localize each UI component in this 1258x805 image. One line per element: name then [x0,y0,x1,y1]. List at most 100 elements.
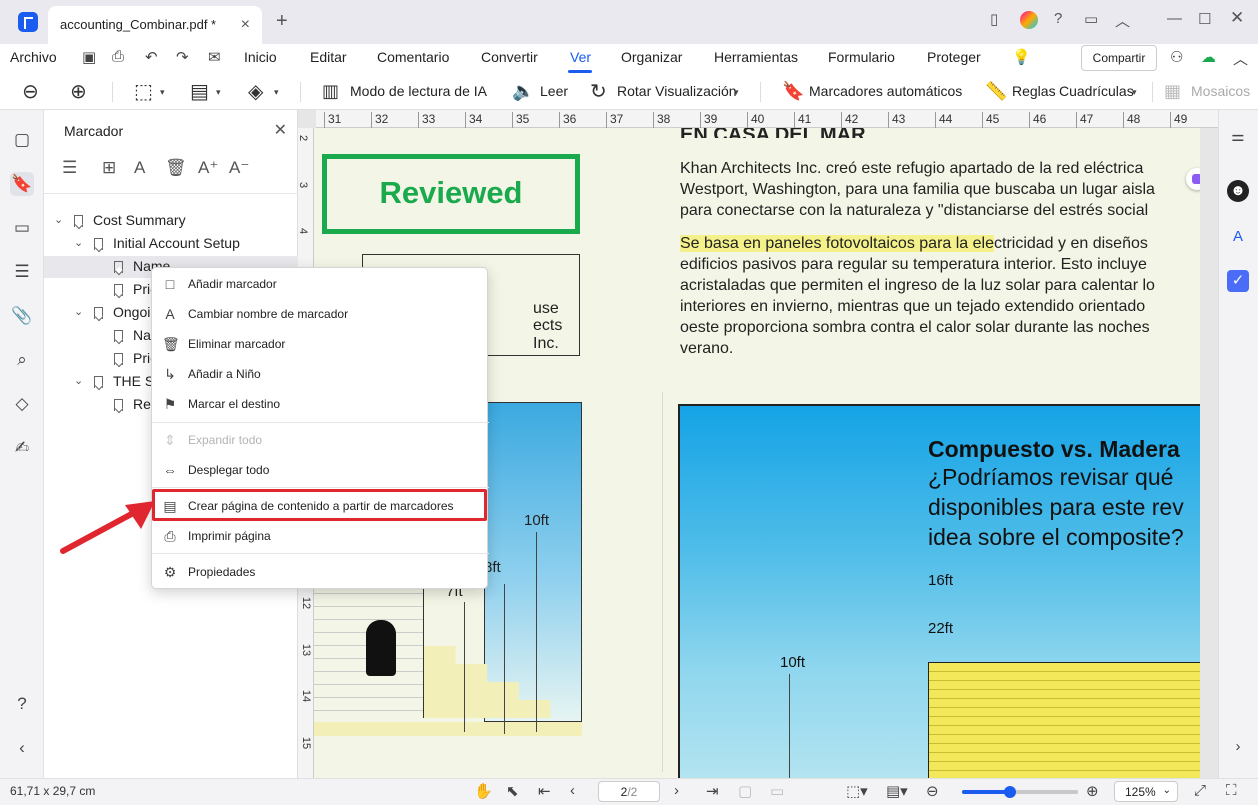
grids-button[interactable]: Cuadrículas [1059,83,1134,99]
rotate-view-button[interactable]: Rotar Visualización [617,83,737,99]
select-cursor-icon[interactable]: ⬉ [506,782,519,800]
reading-mode-icon[interactable]: ▥ [322,81,339,102]
menu-editar[interactable]: Editar [310,49,347,65]
zoom-out-icon[interactable]: ⊖ [926,782,939,800]
menu-organizar[interactable]: Organizar [621,49,682,65]
zoom-slider-handle[interactable] [1003,786,1016,798]
ruler-icon[interactable]: 📏 [985,81,1007,102]
zoom-in-icon[interactable]: ⊕ [70,79,87,104]
collapse-panel-icon[interactable]: ‹ [10,736,34,760]
layers-list-icon[interactable]: ☰ [10,260,34,284]
decrease-size-icon[interactable]: A⁻ [229,158,249,178]
menu-herramientas[interactable]: Herramientas [714,49,798,65]
print-icon[interactable]: ⎙ [112,48,124,65]
hand-tool-icon[interactable]: ✋ [474,782,493,800]
chevron-down-icon[interactable]: ▾ [734,87,739,98]
increase-size-icon[interactable]: A⁺ [198,158,218,178]
rulers-button[interactable]: Reglas [1012,83,1056,99]
zoom-slider[interactable] [962,786,1078,798]
fill-color-icon[interactable]: ◈ [248,79,263,104]
speaker-icon[interactable]: 🔈 [512,81,534,102]
context-menu-item[interactable]: ⚙ Propiedades [152,559,489,585]
page-display-icon[interactable]: ▤ [190,79,209,104]
scroll-page-icon[interactable]: ▭ [770,782,784,800]
menu-formulario[interactable]: Formulario [828,49,895,65]
context-menu-item[interactable]: ⇔ Desplegar todo [152,457,489,483]
chevron-down-icon[interactable]: ⌄ [54,213,63,226]
bookmark-options-icon[interactable]: ☰ [62,158,77,178]
add-bookmark-icon[interactable]: ⊞ [102,158,116,178]
device-icon[interactable]: ▯ [990,10,998,28]
close-icon[interactable]: ✕ [274,120,287,140]
bookmark-icon[interactable]: 🔖 [10,172,34,196]
context-menu-item[interactable]: ⎙ Imprimir página [152,523,489,549]
properties-icon[interactable]: ⚌ [1227,126,1249,148]
document-tab[interactable]: accounting_Combinar.pdf * × [48,6,262,44]
share-button[interactable]: Compartir [1081,45,1157,71]
tiles-button[interactable]: Mosaicos [1191,83,1250,99]
chevron-down-icon[interactable]: ⌄ [74,374,83,387]
context-menu-item[interactable]: ↳ Añadir a Niño [152,361,489,387]
menu-comentario[interactable]: Comentario [377,49,449,65]
comment-icon[interactable]: ▭ [10,216,34,240]
attachment-icon[interactable]: 📎 [10,304,34,328]
menu-proteger[interactable]: Proteger [927,49,981,65]
chevron-down-icon[interactable]: ▾ [1132,87,1137,98]
fullscreen-icon[interactable]: ⛶ [1226,782,1237,799]
fit-width-icon[interactable]: ⤢ [1194,782,1206,799]
delete-bookmark-icon[interactable]: 🗑 [165,158,187,178]
chevron-down-icon[interactable]: ▾ [216,87,221,98]
help-icon[interactable]: ? [10,692,34,716]
signature-icon[interactable]: ✍ [10,436,34,460]
search-icon[interactable]: ⌕ [10,348,34,372]
select-tool-icon[interactable]: ⬚ [134,79,153,104]
menu-ver[interactable]: Ver [570,49,591,65]
page-number-field[interactable]: 2/2 [598,781,660,802]
tab-close-icon[interactable]: × [241,16,250,34]
bookmark-auto-icon[interactable]: 🔖 [782,81,804,102]
reviewed-stamp[interactable]: Reviewed [322,154,580,234]
help-icon[interactable]: ? [1054,10,1062,27]
redo-icon[interactable]: ↷ [176,48,189,66]
translate-icon[interactable]: A [1227,226,1249,248]
read-button[interactable]: Leer [540,83,568,99]
network-icon[interactable]: ⚇ [1170,48,1183,66]
last-page-icon[interactable]: ⇥ [706,782,719,800]
page-thumbnail-icon[interactable]: ▢ [10,128,34,152]
context-menu-item[interactable]: A Cambiar nombre de marcador [152,301,489,327]
page-layout-icon[interactable]: ▤▾ [886,782,908,800]
chevron-down-icon[interactable]: ▾ [274,87,279,98]
lightbulb-icon[interactable]: 💡 [1012,48,1031,66]
check-task-icon[interactable]: ✓ [1227,270,1249,292]
rotate-icon[interactable]: ↻ [590,79,607,104]
single-page-icon[interactable]: ▢ [738,782,752,800]
highlighted-text[interactable]: Se basa en paneles fotovoltaicos para la… [680,235,994,252]
first-page-icon[interactable]: ⇤ [538,782,551,800]
reading-mode-button[interactable]: Modo de lectura de IA [350,83,487,99]
rename-bookmark-icon[interactable]: A [134,158,145,178]
undo-icon[interactable]: ↶ [145,48,158,66]
zoom-level-select[interactable]: 125% ⌄ [1114,781,1178,802]
bookmark-tree-item[interactable]: ⌄ Initial Account Setup [44,233,298,255]
next-page-icon[interactable]: › [674,782,679,799]
avatar[interactable] [1020,11,1038,29]
ai-bot-icon[interactable]: ☻ [1227,180,1249,202]
chevron-up-icon[interactable]: ︿ [1115,10,1130,31]
new-tab-button[interactable]: + [276,10,288,33]
minimize-icon[interactable]: — [1167,10,1182,27]
context-menu-item[interactable]: □ Añadir marcador [152,271,489,297]
bookmark-tree-item[interactable]: ⌄ Cost Summary [44,210,298,232]
chevron-down-icon[interactable]: ⌄ [74,305,83,318]
chevron-down-icon[interactable]: ⌄ [74,236,83,249]
zoom-in-icon[interactable]: ⊕ [1086,782,1099,800]
previous-page-icon[interactable]: ‹ [570,782,575,799]
chevron-up-icon[interactable]: ︿ [1233,48,1248,69]
auto-bookmarks-button[interactable]: Marcadores automáticos [809,83,962,99]
menu-archivo[interactable]: Archivo [10,49,57,65]
context-menu-item[interactable]: 🗑 Eliminar marcador [152,331,489,357]
fit-page-icon[interactable]: ⬚▾ [846,782,868,800]
zoom-out-icon[interactable]: ⊖ [22,79,39,104]
chevron-down-icon[interactable]: ▾ [160,87,165,98]
cloud-sync-icon[interactable]: ☁ [1201,48,1216,66]
close-window-icon[interactable]: ✕ [1230,8,1244,28]
